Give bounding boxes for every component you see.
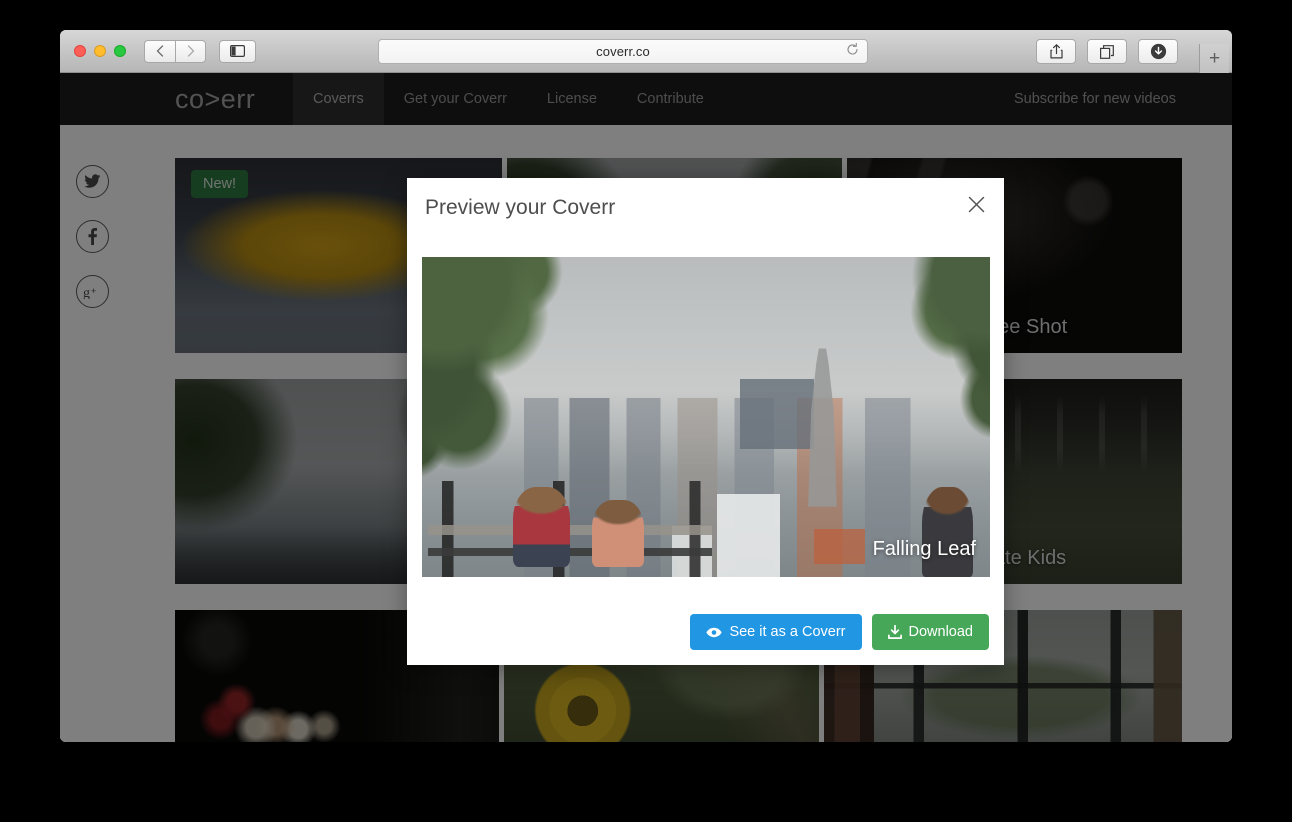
window-controls bbox=[74, 45, 126, 57]
maximize-window-button[interactable] bbox=[114, 45, 126, 57]
video-preview[interactable]: Falling Leaf bbox=[422, 257, 990, 577]
url-text: coverr.co bbox=[596, 44, 650, 59]
minimize-window-button[interactable] bbox=[94, 45, 106, 57]
new-tab-button[interactable]: + bbox=[1199, 44, 1229, 73]
back-button[interactable] bbox=[144, 39, 175, 63]
forward-button[interactable] bbox=[175, 39, 206, 63]
download-button[interactable]: Download bbox=[871, 614, 989, 650]
sidebar-toggle-icon bbox=[230, 45, 245, 57]
preview-video-title: Falling Leaf bbox=[872, 538, 976, 560]
preview-tree-right bbox=[853, 257, 990, 481]
preview-modal: Preview your Coverr Falling Leaf See it … bbox=[407, 178, 1004, 665]
tab-overview-icon bbox=[1100, 44, 1114, 59]
browser-toolbar: coverr.co + bbox=[60, 30, 1232, 73]
tab-overview-button[interactable] bbox=[1087, 39, 1127, 64]
modal-actions: See it as a Coverr Download bbox=[690, 614, 989, 650]
preview-person-pink-shirt bbox=[592, 500, 644, 568]
close-modal-button[interactable] bbox=[962, 190, 990, 218]
browser-window: coverr.co + Preview your Coverr Falling … bbox=[60, 30, 1232, 742]
button-label: See it as a Coverr bbox=[729, 624, 846, 640]
screen: coverr.co + Preview your Coverr Falling … bbox=[0, 0, 1292, 822]
share-icon bbox=[1049, 44, 1063, 59]
download-icon bbox=[887, 625, 902, 639]
preview-tower-building bbox=[740, 378, 814, 449]
preview-bench bbox=[427, 481, 712, 577]
web-page: co>err Coverrs Get your Coverr License C… bbox=[60, 73, 1232, 742]
downloads-button[interactable] bbox=[1138, 39, 1178, 64]
preview-person-red-shirt bbox=[512, 487, 570, 568]
preview-red-roof-building bbox=[813, 529, 866, 565]
close-window-button[interactable] bbox=[74, 45, 86, 57]
navigation-buttons bbox=[144, 39, 206, 63]
reload-icon bbox=[847, 42, 858, 55]
download-icon bbox=[1150, 43, 1166, 60]
eye-icon bbox=[706, 627, 723, 638]
see-it-as-a-coverr-button[interactable]: See it as a Coverr bbox=[690, 614, 862, 650]
button-label: Download bbox=[908, 624, 974, 640]
reload-button[interactable] bbox=[846, 42, 859, 61]
share-button[interactable] bbox=[1036, 39, 1076, 64]
address-bar[interactable]: coverr.co bbox=[378, 39, 868, 64]
modal-header: Preview your Coverr bbox=[407, 178, 1004, 240]
chevron-left-icon bbox=[156, 45, 164, 57]
sidebar-toggle-button[interactable] bbox=[219, 39, 256, 63]
modal-title: Preview your Coverr bbox=[425, 196, 616, 219]
chevron-right-icon bbox=[187, 45, 194, 57]
toolbar-actions bbox=[1036, 39, 1178, 64]
close-icon bbox=[968, 196, 984, 212]
preview-person-right bbox=[921, 487, 973, 577]
preview-white-building bbox=[717, 493, 780, 577]
